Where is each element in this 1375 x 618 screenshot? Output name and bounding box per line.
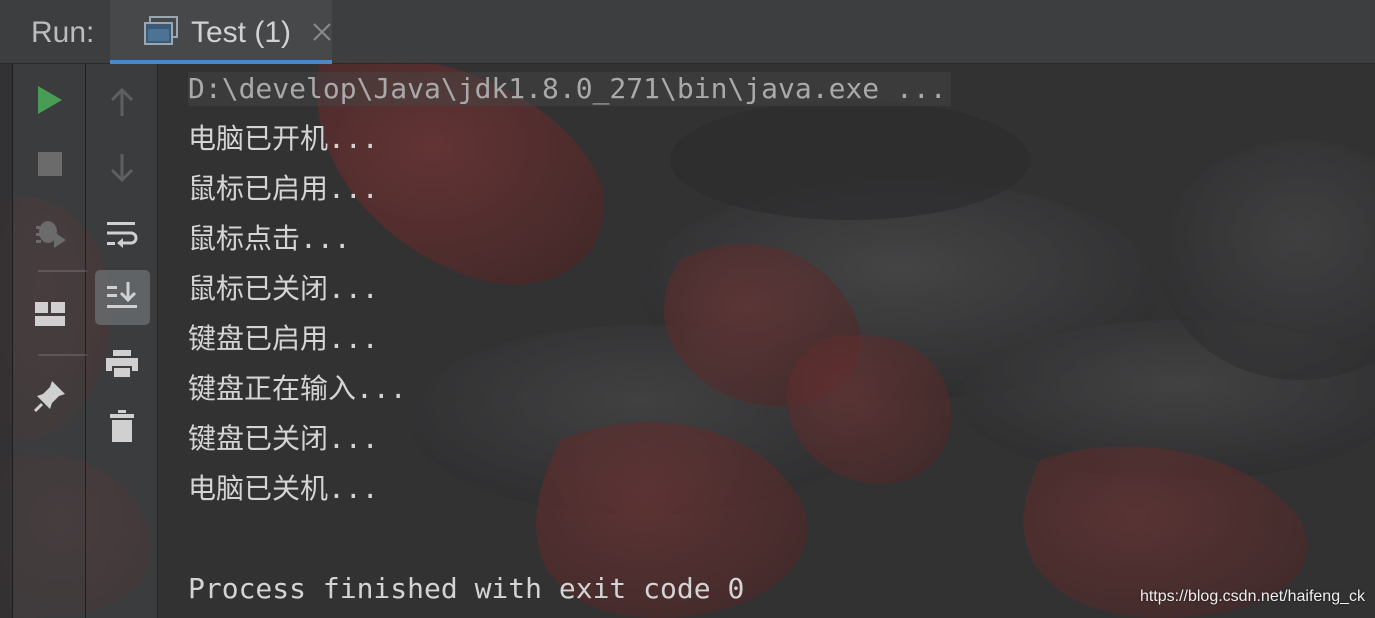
console-toolbar-buttons	[86, 64, 158, 618]
toolbar-separator	[38, 354, 88, 356]
scroll-to-end-button[interactable]	[102, 276, 142, 316]
bug-icon	[32, 214, 68, 250]
printer-icon	[105, 348, 139, 380]
up-stack-trace-button[interactable]	[102, 82, 142, 122]
arrow-down-icon	[108, 152, 136, 184]
left-edge-strip	[0, 64, 13, 618]
run-label: Run:	[31, 16, 95, 49]
console-output[interactable]: D:\develop\Java\jdk1.8.0_271\bin\java.ex…	[158, 64, 1375, 618]
soft-wrap-icon	[105, 218, 139, 250]
console-line: 键盘已关闭...	[188, 422, 379, 455]
arrow-up-icon	[108, 86, 136, 118]
console-line: 鼠标已启用...	[188, 172, 379, 205]
trash-icon	[108, 409, 136, 443]
stop-icon	[36, 150, 64, 178]
console-line: 键盘已启用...	[188, 322, 379, 355]
watermark: https://blog.csdn.net/haifeng_ck	[1139, 588, 1365, 605]
print-button[interactable]	[102, 344, 142, 384]
down-stack-trace-button[interactable]	[102, 148, 142, 188]
layout-icon	[34, 300, 66, 328]
stop-button[interactable]	[30, 144, 70, 184]
scroll-to-end-icon	[105, 280, 139, 312]
restore-layout-button[interactable]	[30, 294, 70, 334]
console-line: 鼠标点击...	[188, 222, 351, 255]
close-icon[interactable]	[310, 20, 334, 44]
console-line: 鼠标已关闭...	[188, 272, 379, 305]
console-window-icon	[144, 16, 178, 46]
console-line: 电脑已开机...	[188, 122, 379, 155]
console-line: 键盘正在输入...	[188, 372, 407, 405]
run-actions-toolbar	[13, 64, 88, 618]
tab-title: Test (1)	[191, 16, 292, 49]
rerun-button[interactable]	[30, 80, 70, 120]
debug-button[interactable]	[30, 212, 70, 252]
pin-tab-button[interactable]	[30, 376, 70, 416]
exit-message: Process finished with exit code 0	[188, 572, 745, 605]
console-line: 电脑已关机...	[188, 472, 379, 505]
soft-wrap-button[interactable]	[102, 214, 142, 254]
toolbar-separator	[38, 270, 88, 272]
play-icon	[35, 84, 65, 116]
pin-icon	[32, 378, 68, 414]
run-toolbar: Run: Test (1)	[0, 0, 1375, 64]
command-line: D:\develop\Java\jdk1.8.0_271\bin\java.ex…	[188, 72, 951, 106]
run-tool-window: Run: Test (1) D:\develop\Java\jdk1.8.0_2…	[0, 0, 1375, 618]
clear-all-button[interactable]	[102, 406, 142, 446]
